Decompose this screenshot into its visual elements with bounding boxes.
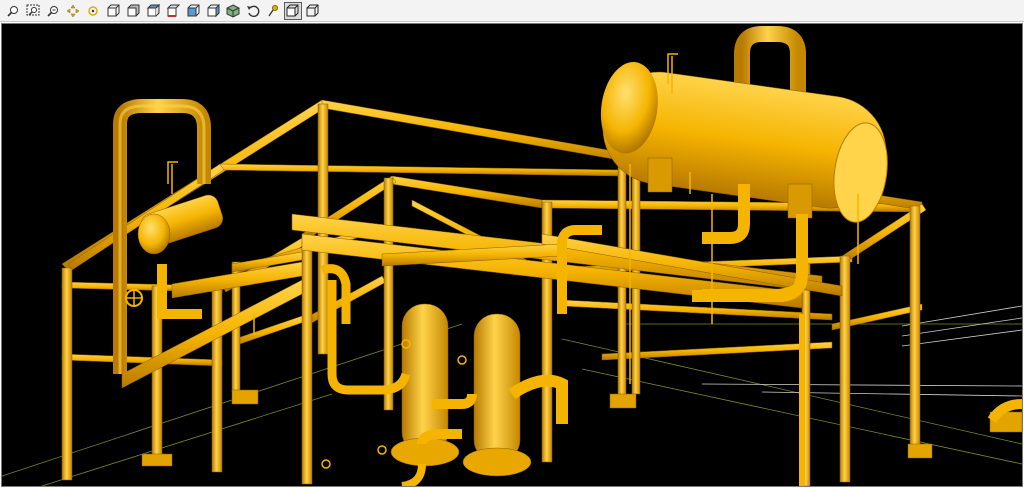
zoom-extents-button[interactable]: [44, 2, 62, 20]
redo-view-button[interactable]: [264, 2, 282, 20]
view-back-icon: [127, 4, 140, 16]
view-right-icon: [207, 3, 220, 17]
view-iso-icon: [226, 3, 240, 18]
view-right-button[interactable]: [204, 2, 222, 20]
wireframe-mode-icon: [306, 4, 319, 16]
3d-viewport[interactable]: [1, 23, 1023, 487]
pan-icon: [66, 4, 80, 17]
zoom-window-button[interactable]: [24, 2, 42, 20]
shaded-mode-icon: [286, 4, 299, 16]
pan-button[interactable]: [64, 2, 82, 20]
undo-view-icon: [247, 5, 260, 17]
view-bottom-icon: [166, 4, 180, 17]
view-front-icon: [107, 4, 120, 16]
cad-viewer-window: [0, 0, 1024, 488]
view-top-button[interactable]: [144, 2, 162, 20]
redo-view-icon: [268, 4, 278, 16]
view-iso-button[interactable]: [224, 2, 242, 20]
view-left-icon: [187, 4, 200, 16]
undo-view-button[interactable]: [244, 2, 262, 20]
piping-model-render: [2, 26, 1022, 486]
shaded-mode-button[interactable]: [284, 1, 302, 20]
wireframe-mode-button[interactable]: [304, 2, 322, 20]
zoom-window-icon: [26, 4, 40, 15]
zoom-extents-icon: [47, 5, 58, 17]
rotate-center-button[interactable]: [84, 2, 102, 20]
view-toolbar: [0, 0, 1024, 22]
view-front-button[interactable]: [104, 2, 122, 20]
view-back-button[interactable]: [124, 2, 142, 20]
view-top-icon: [146, 3, 160, 16]
zoom-button[interactable]: [4, 2, 22, 20]
rotate-center-icon: [88, 5, 98, 16]
zoom-icon: [7, 5, 18, 17]
view-left-button[interactable]: [184, 2, 202, 20]
base-plates: [141, 389, 1022, 467]
view-bottom-button[interactable]: [164, 2, 182, 20]
